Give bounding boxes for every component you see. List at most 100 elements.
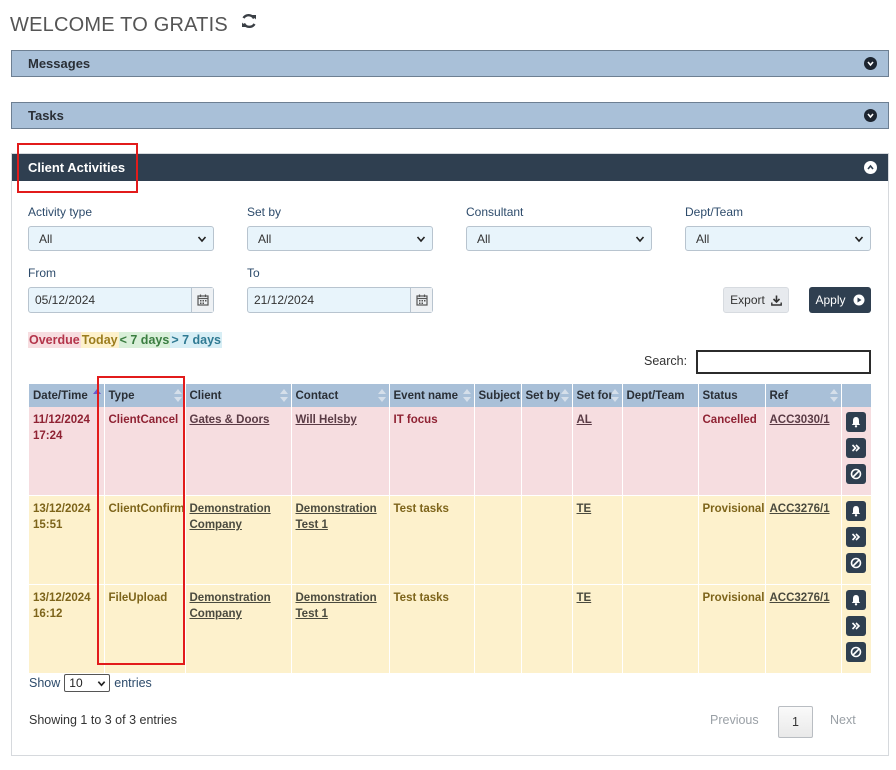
cell-date: 13/12/2024 [33, 592, 91, 604]
cell-event-name: Test tasks [389, 584, 475, 674]
col-header-ref[interactable]: Ref [765, 384, 842, 407]
dept-team-select[interactable]: All [685, 226, 871, 251]
calendar-icon[interactable] [191, 288, 213, 312]
consultant-label: Consultant [466, 205, 524, 219]
cell-status: Cancelled [698, 407, 766, 496]
client-activities-panel-header[interactable]: Client Activities [12, 154, 888, 181]
pager-page-1[interactable]: 1 [778, 706, 813, 738]
col-header-label: Ref [769, 389, 789, 402]
client-link-line2: Company [189, 519, 242, 531]
sort-icon [377, 389, 386, 402]
cell-contact: Will Helsby [291, 407, 390, 496]
col-header-set-by[interactable]: Set by [521, 384, 573, 407]
client-link[interactable]: Gates & Doors [190, 414, 270, 426]
set-for-link[interactable]: TE [577, 592, 592, 604]
tasks-panel-title: Tasks [28, 108, 64, 123]
sort-icon [462, 389, 471, 402]
cell-event-name: Test tasks [389, 495, 475, 585]
page-length-select[interactable]: 10 [64, 674, 111, 692]
messages-panel-header[interactable]: Messages [11, 50, 889, 77]
ban-icon[interactable] [846, 553, 866, 573]
col-header-date-time[interactable]: Date/Time [29, 384, 105, 407]
export-button[interactable]: Export [723, 287, 789, 313]
sort-icon [173, 389, 182, 402]
table-header-row: Date/Time Type Client Contact Event name… [29, 384, 872, 407]
cell-set-by [521, 495, 573, 585]
from-date-input[interactable]: 05/12/2024 [28, 287, 214, 313]
contact-link[interactable]: Will Helsby [296, 414, 357, 426]
cell-set-for: TE [572, 495, 623, 585]
cell-subject [474, 407, 522, 496]
cell-date-time: 13/12/2024 16:12 [29, 584, 105, 674]
client-activities-panel: Client Activities Activity type All Set … [11, 153, 889, 756]
col-header-type[interactable]: Type [104, 384, 186, 407]
client-link[interactable]: Demonstration Company [190, 592, 271, 620]
chevron-down-icon[interactable] [864, 109, 877, 122]
col-header-label: Set by [525, 389, 561, 402]
col-header-label: Event name [393, 389, 459, 402]
cell-contact: Demonstration Test 1 [291, 495, 390, 585]
ref-link[interactable]: ACC3276/1 [770, 592, 830, 604]
contact-link[interactable]: Demonstration Test 1 [296, 503, 377, 531]
col-header-client[interactable]: Client [185, 384, 292, 407]
double-chevron-right-icon[interactable] [846, 527, 866, 547]
col-header-label: Contact [295, 389, 339, 402]
col-header-status[interactable]: Status [698, 384, 766, 407]
contact-link-line1: Demonstration [295, 503, 377, 515]
legend-more-7-days: > 7 days [170, 332, 223, 348]
double-chevron-right-icon[interactable] [846, 438, 866, 458]
cell-subject [474, 495, 522, 585]
consultant-select[interactable]: All [466, 226, 652, 251]
col-header-label: Status [702, 389, 738, 402]
ref-link[interactable]: ACC3276/1 [770, 503, 830, 515]
tasks-panel-header[interactable]: Tasks [11, 102, 889, 129]
client-link[interactable]: Demonstration Company [190, 503, 271, 531]
col-header-subject[interactable]: Subject [474, 384, 522, 407]
cell-date-time: 11/12/2024 17:24 [29, 407, 105, 496]
messages-panel-title: Messages [28, 56, 91, 71]
col-header-label: Client [189, 389, 222, 402]
chevron-up-icon[interactable] [864, 161, 877, 174]
cell-set-by [521, 407, 573, 496]
client-link-line1: Demonstration [189, 592, 271, 604]
search-input[interactable] [696, 350, 871, 374]
ban-icon[interactable] [846, 642, 866, 662]
bell-icon[interactable] [846, 501, 866, 521]
cell-dept-team [622, 584, 699, 674]
cell-date: 11/12/2024 [33, 414, 90, 426]
set-for-link[interactable]: TE [577, 503, 592, 515]
ref-link[interactable]: ACC3030/1 [770, 414, 830, 426]
chevron-down-icon[interactable] [864, 57, 877, 70]
contact-link[interactable]: Demonstration Test 1 [296, 592, 377, 620]
bell-icon[interactable] [846, 590, 866, 610]
col-header-event-name[interactable]: Event name [389, 384, 475, 407]
cell-ref: ACC3276/1 [765, 584, 842, 674]
refresh-icon[interactable] [240, 12, 258, 30]
cell-ref: ACC3276/1 [765, 495, 842, 585]
chevron-down-icon [854, 235, 864, 242]
sort-icon [560, 389, 569, 402]
ban-icon[interactable] [846, 464, 866, 484]
pager-previous[interactable]: Previous [710, 713, 759, 727]
dept-team-label: Dept/Team [685, 205, 744, 219]
apply-button[interactable]: Apply [809, 287, 871, 313]
col-header-contact[interactable]: Contact [291, 384, 390, 407]
col-header-set-for[interactable]: Set for [572, 384, 623, 407]
set-by-label: Set by [247, 205, 282, 219]
show-label: Show [29, 676, 61, 690]
set-by-select[interactable]: All [247, 226, 433, 251]
col-header-dept-team[interactable]: Dept/Team [622, 384, 699, 407]
double-chevron-right-icon[interactable] [846, 616, 866, 636]
to-date-input[interactable]: 21/12/2024 [247, 287, 433, 313]
set-for-link[interactable]: AL [577, 414, 592, 426]
activity-type-select[interactable]: All [28, 226, 214, 251]
col-header-label: Dept/Team [626, 389, 685, 402]
sort-icon [829, 389, 838, 402]
calendar-icon[interactable] [410, 288, 432, 312]
pager-next[interactable]: Next [830, 713, 856, 727]
sort-icon [279, 389, 288, 402]
cell-type: ClientCancel [104, 407, 186, 496]
page-title: WELCOME TO GRATIS [10, 12, 258, 37]
table-row: 11/12/2024 17:24 ClientCancel Gates & Doo… [29, 407, 872, 496]
bell-icon[interactable] [846, 412, 866, 432]
